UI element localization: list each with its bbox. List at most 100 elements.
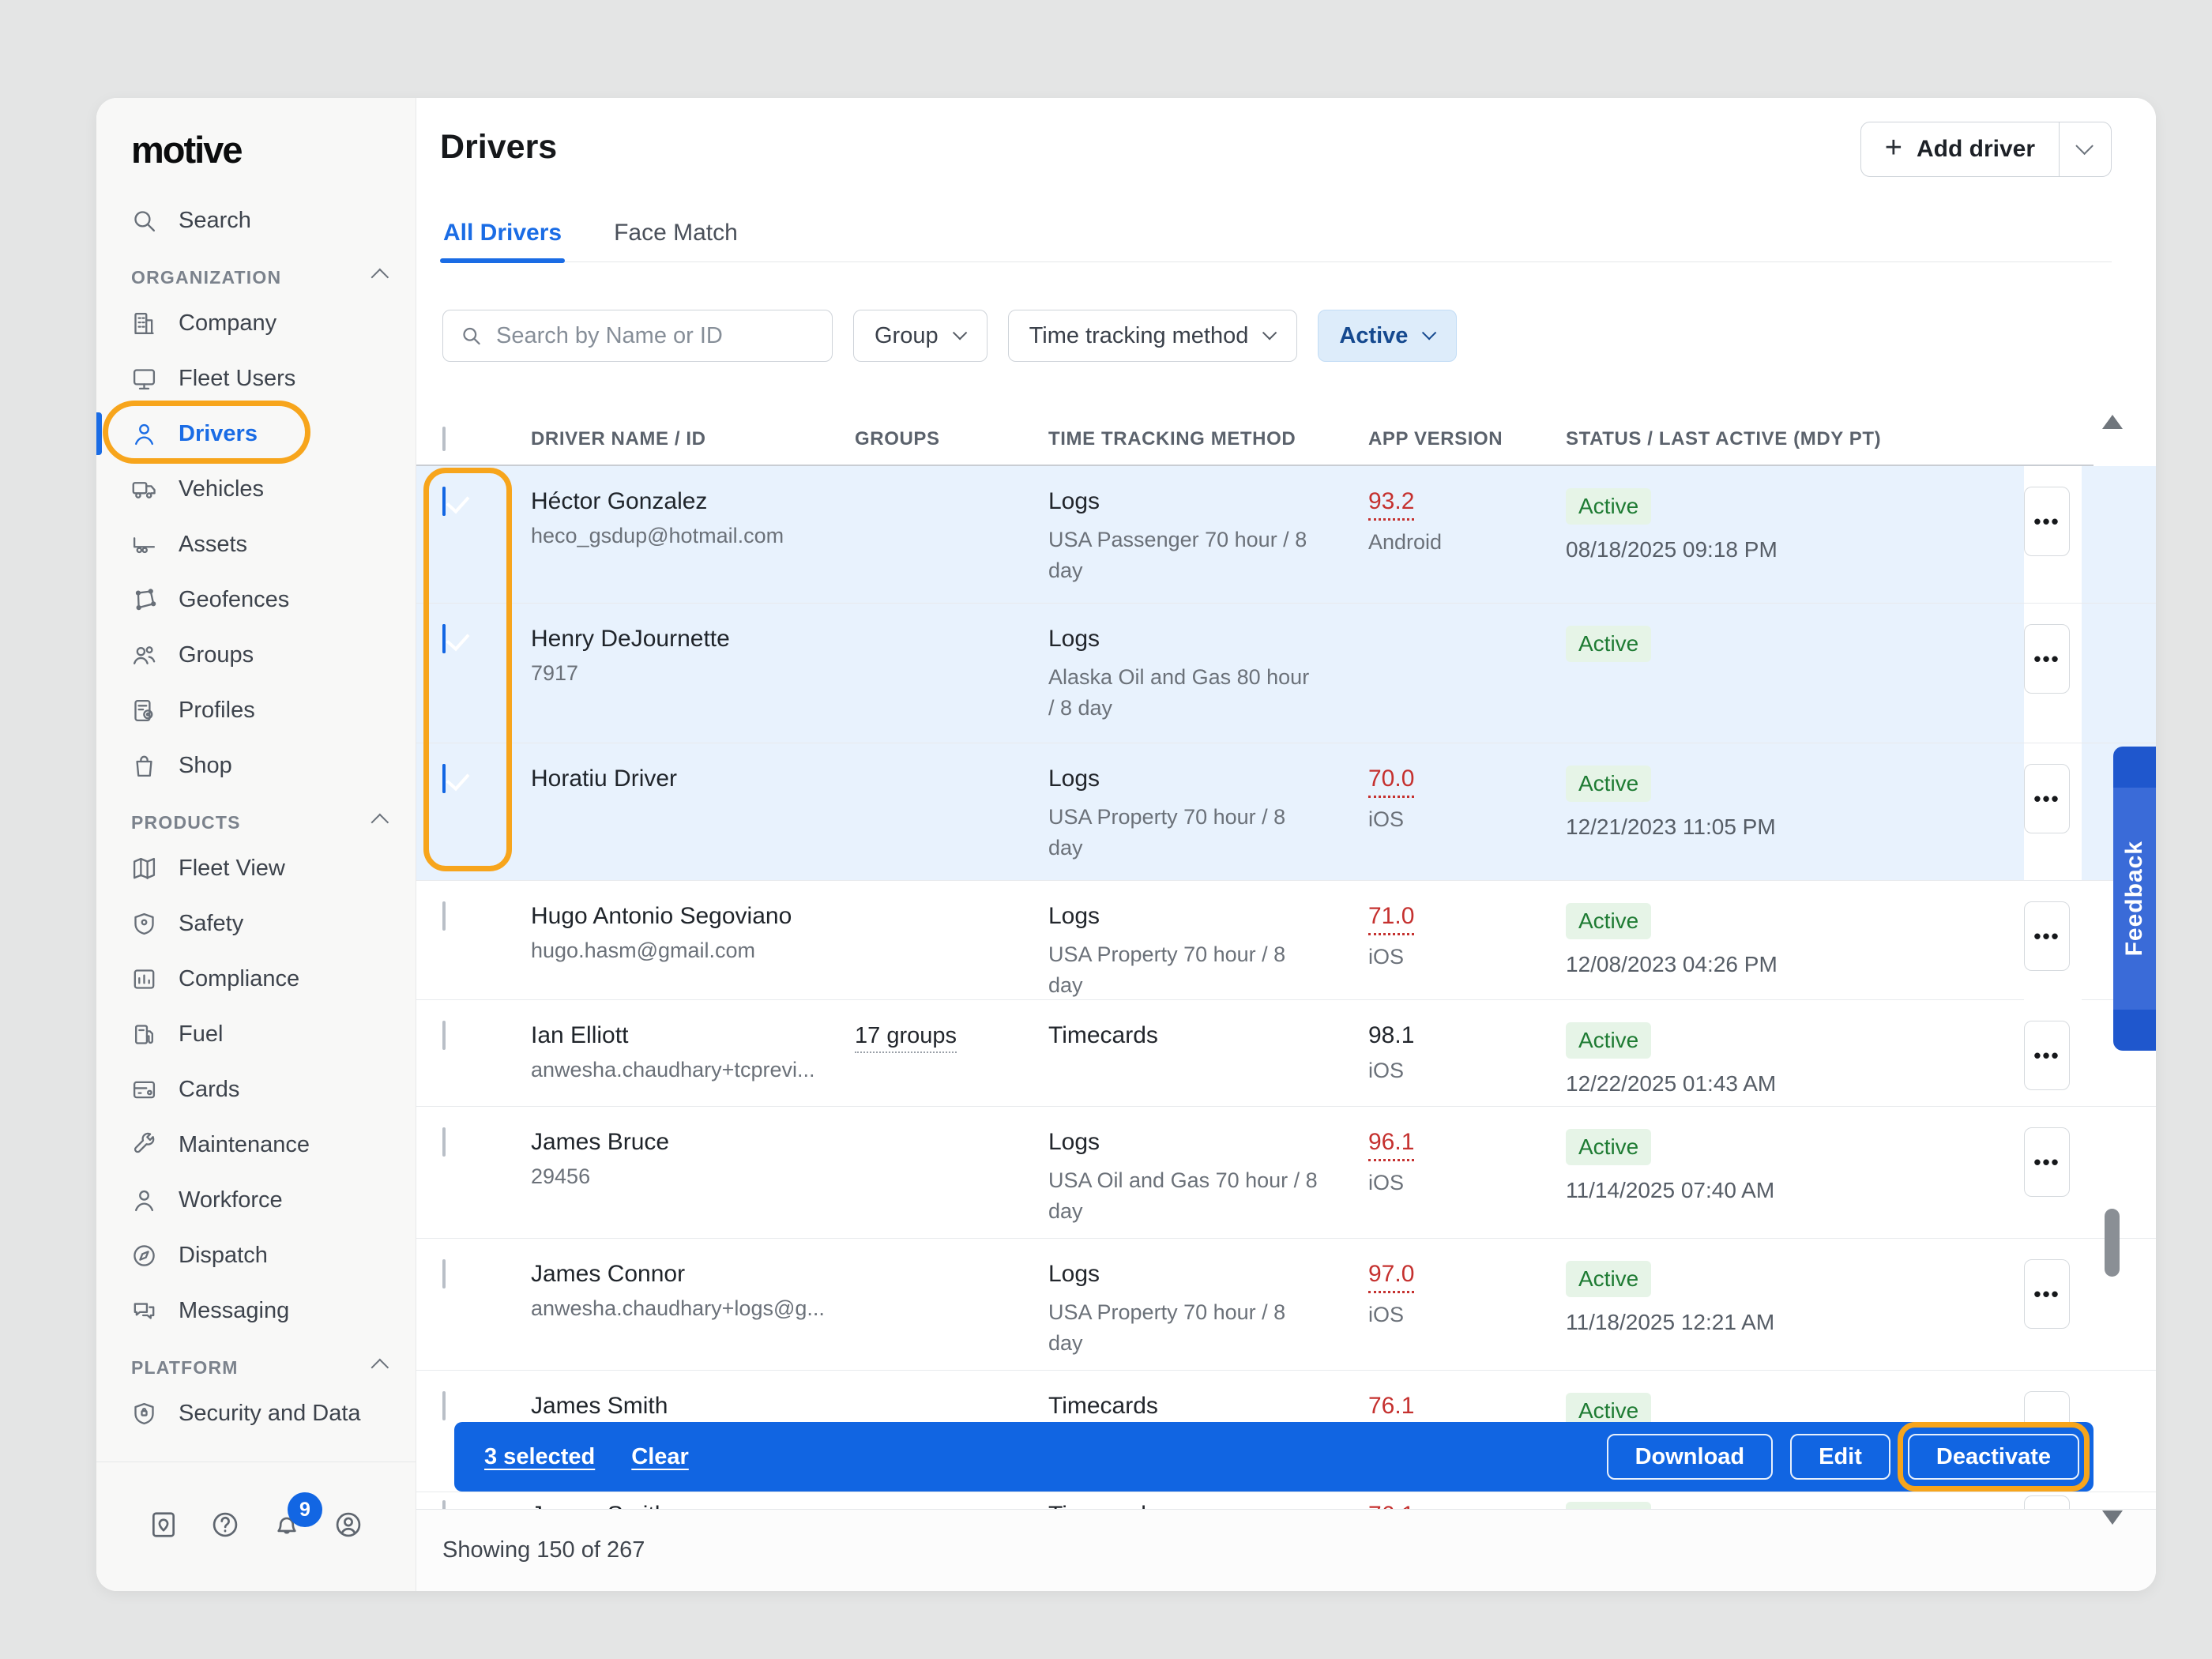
driver-name[interactable]: Henry DeJournette bbox=[531, 626, 855, 653]
time-tracking-cell: Logs USA Property 70 hour / 8 day bbox=[1048, 1239, 1368, 1370]
app-version[interactable]: 96.1 bbox=[1368, 1129, 1414, 1161]
sidebar-item-fleet-view[interactable]: Fleet View bbox=[96, 841, 416, 896]
chat-icon bbox=[131, 1298, 157, 1324]
app-version-cell: 98.1 iOS bbox=[1368, 1000, 1566, 1106]
app-version[interactable]: 71.0 bbox=[1368, 903, 1414, 935]
add-driver-button[interactable]: + Add driver bbox=[1861, 122, 2059, 176]
driver-name[interactable]: Ian Elliott bbox=[531, 1022, 855, 1049]
driver-id-or-email: 29456 bbox=[531, 1164, 855, 1189]
app-version[interactable]: 76.1 bbox=[1368, 1393, 1414, 1425]
row-menu-button[interactable]: ••• bbox=[2024, 1127, 2070, 1197]
search-input[interactable] bbox=[496, 323, 814, 349]
download-button[interactable]: Download bbox=[1607, 1434, 1774, 1480]
edit-button[interactable]: Edit bbox=[1790, 1434, 1890, 1480]
sidebar-item-vehicles[interactable]: Vehicles bbox=[96, 461, 416, 517]
sidebar-item-compliance[interactable]: Compliance bbox=[96, 951, 416, 1006]
sidebar-item-fleet-users[interactable]: Fleet Users bbox=[96, 351, 416, 406]
selected-count-link[interactable]: 3 selected bbox=[484, 1444, 595, 1470]
driver-name[interactable]: Hugo Antonio Segoviano bbox=[531, 903, 855, 930]
driver-name[interactable]: James Smith bbox=[531, 1393, 855, 1420]
group-filter[interactable]: Group bbox=[853, 310, 988, 362]
driver-search-box bbox=[442, 310, 833, 362]
sidebar-item-workforce[interactable]: Workforce bbox=[96, 1172, 416, 1228]
row-checkbox[interactable] bbox=[442, 1259, 446, 1288]
driver-id-or-email: anwesha.chaudhary+logs@g... bbox=[531, 1296, 855, 1321]
scroll-down-arrow[interactable] bbox=[2102, 1510, 2123, 1525]
add-driver-dropdown-button[interactable] bbox=[2059, 122, 2111, 176]
sidebar-item-search[interactable]: Search bbox=[96, 193, 416, 248]
sidebar-item-label: Profiles bbox=[179, 698, 255, 724]
driver-id-or-email: heco_gsdup@hotmail.com bbox=[531, 524, 855, 548]
sidebar-item-company[interactable]: Company bbox=[96, 295, 416, 351]
sidebar-item-geofences[interactable]: Geofences bbox=[96, 572, 416, 627]
row-actions-cell: ••• bbox=[2024, 604, 2082, 743]
feedback-tab[interactable]: Feedback bbox=[2113, 747, 2156, 1051]
sidebar-item-dispatch[interactable]: Dispatch bbox=[96, 1228, 416, 1283]
sidebar-section-products[interactable]: PRODUCTS bbox=[96, 793, 416, 841]
sidebar-item-groups[interactable]: Groups bbox=[96, 627, 416, 683]
groups-link[interactable]: 17 groups bbox=[855, 1023, 957, 1053]
sidebar-item-cards[interactable]: Cards bbox=[96, 1062, 416, 1117]
deactivate-button[interactable]: Deactivate bbox=[1908, 1434, 2079, 1480]
app-version-cell: 96.1 iOS bbox=[1368, 1107, 1566, 1238]
driver-name-cell: Horatiu Driver bbox=[531, 743, 855, 880]
tab-face-match[interactable]: Face Match bbox=[611, 210, 741, 261]
credit-card-icon bbox=[131, 1077, 157, 1103]
account-button[interactable] bbox=[333, 1510, 363, 1544]
status-filter[interactable]: Active bbox=[1318, 310, 1457, 362]
select-all-checkbox[interactable] bbox=[442, 427, 446, 451]
help-button[interactable] bbox=[210, 1510, 240, 1544]
sidebar-item-shop[interactable]: Shop bbox=[96, 738, 416, 793]
sidebar-item-label: Groups bbox=[179, 642, 254, 668]
row-checkbox[interactable] bbox=[442, 1021, 446, 1050]
row-actions-cell: ••• bbox=[2024, 881, 2082, 1001]
sidebar-item-profiles[interactable]: Profiles bbox=[96, 683, 416, 738]
driver-name[interactable]: Héctor Gonzalez bbox=[531, 488, 855, 515]
groups-cell bbox=[855, 1239, 1048, 1370]
row-menu-button[interactable]: ••• bbox=[2024, 1259, 2070, 1329]
row-checkbox[interactable] bbox=[442, 487, 446, 516]
chevron-down-icon bbox=[953, 325, 967, 340]
sidebar-item-assets[interactable]: Assets bbox=[96, 517, 416, 572]
tab-all-drivers[interactable]: All Drivers bbox=[440, 210, 565, 261]
sidebar-item-label: Workforce bbox=[179, 1187, 283, 1213]
map-location-button[interactable] bbox=[149, 1510, 179, 1544]
tracking-ruleset: USA Passenger 70 hour / 8 day bbox=[1048, 525, 1368, 586]
app-version[interactable]: 97.0 bbox=[1368, 1261, 1414, 1293]
row-menu-button[interactable]: ••• bbox=[2024, 487, 2070, 556]
sidebar-item-maintenance[interactable]: Maintenance bbox=[96, 1117, 416, 1172]
sidebar-section-platform[interactable]: PLATFORM bbox=[96, 1338, 416, 1386]
sidebar-item-messaging[interactable]: Messaging bbox=[96, 1283, 416, 1338]
sidebar-item-drivers[interactable]: Drivers bbox=[96, 406, 416, 461]
status-cell: Active 11/18/2025 12:21 AM bbox=[1566, 1239, 2024, 1370]
row-checkbox[interactable] bbox=[442, 1127, 446, 1157]
driver-name[interactable]: Horatiu Driver bbox=[531, 766, 855, 792]
bell-button[interactable]: 9 bbox=[272, 1510, 302, 1544]
time-tracking-method-filter[interactable]: Time tracking method bbox=[1008, 310, 1298, 362]
driver-name[interactable]: James Bruce bbox=[531, 1129, 855, 1156]
row-checkbox-cell bbox=[442, 604, 531, 743]
chevron-up-icon bbox=[371, 1359, 389, 1377]
driver-name[interactable]: James Connor bbox=[531, 1261, 855, 1288]
row-checkbox[interactable] bbox=[442, 1391, 446, 1420]
sidebar-item-fuel[interactable]: Fuel bbox=[96, 1006, 416, 1062]
sidebar-item-safety[interactable]: Safety bbox=[96, 896, 416, 951]
sidebar-section-organization[interactable]: ORGANIZATION bbox=[96, 248, 416, 295]
scroll-up-arrow[interactable] bbox=[2102, 415, 2123, 429]
row-checkbox-cell bbox=[442, 881, 531, 1001]
row-menu-button[interactable]: ••• bbox=[2024, 624, 2070, 694]
app-version[interactable]: 70.0 bbox=[1368, 766, 1414, 798]
sidebar-item-label: Compliance bbox=[179, 966, 299, 992]
row-checkbox[interactable] bbox=[442, 901, 446, 931]
scrollbar-thumb[interactable] bbox=[2105, 1209, 2120, 1277]
row-checkbox[interactable] bbox=[442, 624, 446, 653]
app-version[interactable]: 93.2 bbox=[1368, 488, 1414, 521]
row-menu-button[interactable]: ••• bbox=[2024, 764, 2070, 833]
row-checkbox[interactable] bbox=[442, 764, 446, 793]
row-menu-button[interactable]: ••• bbox=[2024, 1021, 2070, 1090]
row-menu-button[interactable]: ••• bbox=[2024, 901, 2070, 971]
sidebar-item-security-and-data[interactable]: Security and Data bbox=[96, 1386, 416, 1441]
results-footer: Showing 150 of 267 bbox=[416, 1509, 2156, 1591]
bulk-action-buttons: Download Edit Deactivate bbox=[1607, 1434, 2079, 1480]
clear-selection-link[interactable]: Clear bbox=[631, 1444, 689, 1470]
